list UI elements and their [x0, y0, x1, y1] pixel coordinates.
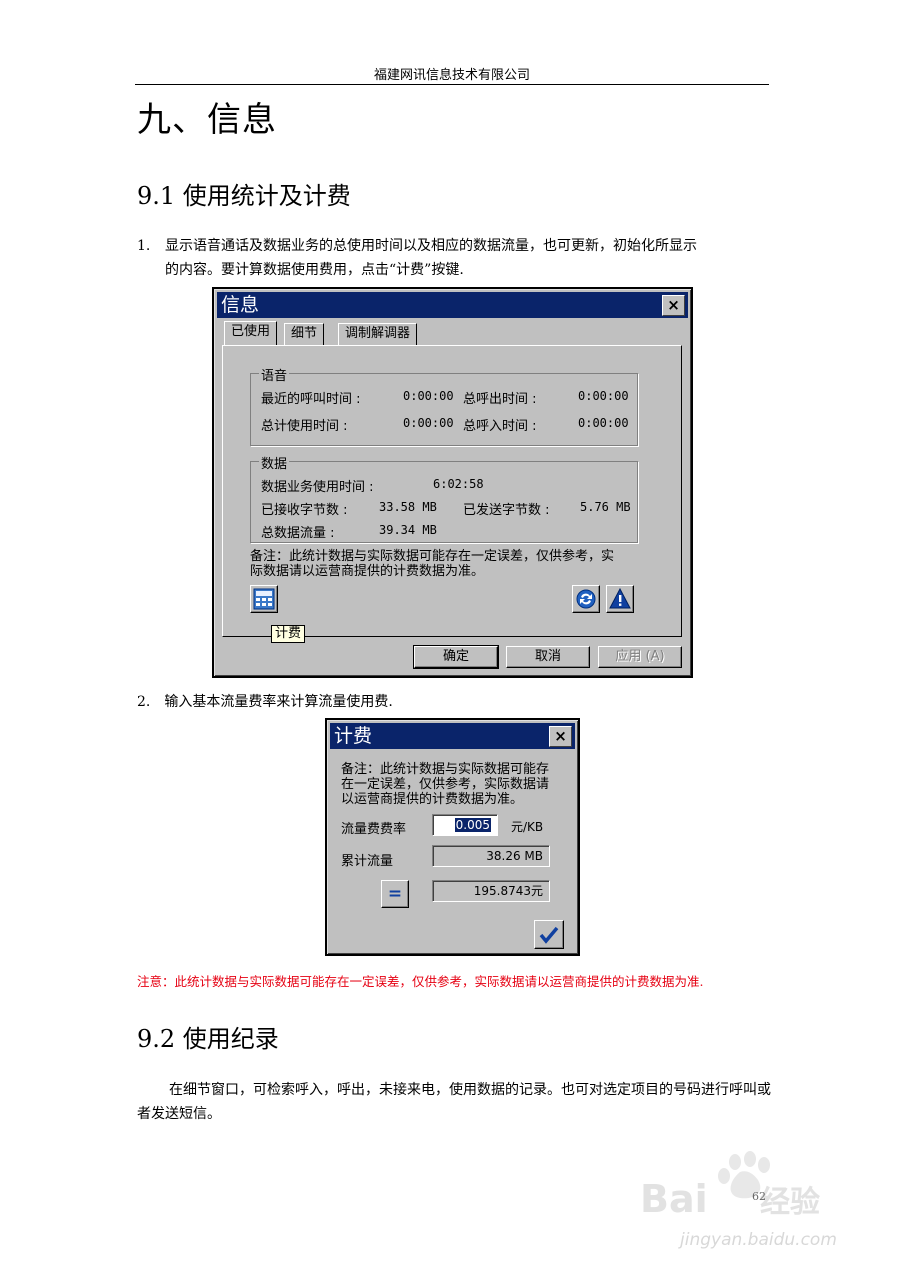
apply-button[interactable]: 应用 (A) — [598, 646, 682, 668]
info-dialog-titlebar[interactable]: 信息 × — [217, 292, 688, 318]
total-in-label: 总呼入时间 : — [463, 419, 537, 434]
reset-button[interactable] — [606, 585, 634, 613]
ok-button[interactable]: 确定 — [413, 645, 499, 669]
page-number: 62 — [752, 1190, 766, 1203]
warning-note: 注意：此统计数据与实际数据可能存在一定误差，仅供参考，实际数据请以运营商提供的计… — [137, 974, 704, 989]
list-item-line: 的内容。要计算数据使用费用，点击“计费”按键. — [165, 262, 464, 278]
list-item-line: 显示语音通话及数据业务的总使用时间以及相应的数据流量，也可更新，初始化所显示 — [165, 238, 697, 254]
voice-group-label: 语音 — [259, 365, 290, 384]
total-in-value: 0:00:00 — [578, 416, 629, 430]
list-item-1: 1. 显示语音通话及数据业务的总使用时间以及相应的数据流量，也可更新，初始化所显… — [137, 234, 777, 282]
data-group-label: 数据 — [259, 453, 290, 472]
data-time-label: 数据业务使用时间 : — [261, 480, 374, 495]
refresh-button[interactable] — [572, 585, 600, 613]
flow-field: 38.26 MB — [432, 845, 550, 867]
total-use-value: 0:00:00 — [403, 416, 454, 430]
list-item-number: 2. — [137, 694, 151, 710]
billing-remark: 备注：此统计数据与实际数据可能存 在一定误差，仅供参考，实际数据请 以运营商提供… — [341, 762, 549, 807]
recent-call-label: 最近的呼叫时间 : — [261, 392, 361, 407]
total-use-label: 总计使用时间 : — [261, 419, 348, 434]
billing-tooltip: 计费 — [271, 625, 306, 643]
warning-icon — [609, 587, 631, 609]
baidu-watermark: Bai 经验 jingyan.baidu.com — [640, 1150, 840, 1260]
svg-text:经验: 经验 — [760, 1185, 820, 1220]
rate-input[interactable]: 0.005 — [432, 814, 498, 836]
close-button[interactable]: × — [549, 726, 572, 747]
recv-bytes-label: 已接收字节数 : — [261, 503, 348, 518]
close-button[interactable]: × — [662, 295, 685, 316]
billing-dialog: 计费 × 备注：此统计数据与实际数据可能存 在一定误差，仅供参考，实际数据请 以… — [325, 718, 580, 956]
tab-details[interactable]: 细节 — [284, 323, 325, 345]
cost-field: 195.8743元 — [432, 880, 550, 902]
sent-bytes-label: 已发送字节数 : — [463, 503, 550, 518]
list-item-number: 1. — [137, 238, 151, 254]
watermark-url: jingyan.baidu.com — [680, 1230, 837, 1250]
remark-line: 备注：此统计数据与实际数据可能存 — [341, 762, 550, 777]
cancel-button[interactable]: 取消 — [506, 646, 590, 668]
remark-line: 以运营商提供的计费数据为准。 — [341, 792, 524, 807]
remark-line: 在一定误差，仅供参考，实际数据请 — [341, 777, 550, 792]
remark-text: 备注：此统计数据与实际数据可能存在一定误差，仅供参考，实 际数据请以运营商提供的… — [250, 549, 614, 579]
tab-modem[interactable]: 调制解调器 — [338, 323, 418, 345]
flow-label: 累计流量 — [341, 854, 394, 869]
total-out-label: 总呼出时间 : — [463, 392, 537, 407]
total-out-value: 0:00:00 — [578, 389, 629, 403]
rate-unit: 元/KB — [511, 820, 544, 834]
info-dialog-title: 信息 — [221, 294, 260, 316]
rate-label: 流量费费率 — [341, 822, 407, 837]
billing-button[interactable] — [250, 585, 278, 613]
data-group: 数据 数据业务使用时间 : 6:02:58 已接收字节数 : 33.58 MB … — [250, 453, 638, 543]
total-flow-label: 总数据流量 : — [261, 526, 335, 541]
svg-text:Bai: Bai — [640, 1177, 708, 1221]
rate-value: 0.005 — [454, 818, 491, 832]
baidu-logo-icon: Bai 经验 — [640, 1151, 820, 1221]
section-title-9-1: 9.1 使用统计及计费 — [137, 182, 351, 210]
refresh-icon — [576, 589, 596, 609]
tab-strip: 已使用 细节 调制解调器 — [222, 321, 682, 347]
header-rule — [135, 84, 769, 85]
confirm-button[interactable] — [534, 920, 564, 949]
remark-line: 际数据请以运营商提供的计费数据为准。 — [250, 564, 485, 579]
list-item-line: 输入基本流量费率来计算流量使用费. — [164, 694, 393, 710]
calculator-icon — [253, 588, 275, 610]
chapter-title: 九、信息 — [137, 100, 277, 140]
sent-bytes-value: 5.76 MB — [580, 500, 631, 514]
tab-used[interactable]: 已使用 — [224, 321, 278, 345]
billing-dialog-titlebar[interactable]: 计费 × — [330, 723, 575, 749]
section-body: 在细节窗口，可检索呼入，呼出，未接来电，使用数据的记录。也可对选定项目的号码进行… — [137, 1082, 771, 1122]
recent-call-value: 0:00:00 — [403, 389, 454, 403]
info-dialog: 信息 × 已使用 细节 调制解调器 语音 最近的呼叫时间 : 0:00:00 总… — [212, 287, 693, 678]
voice-group: 语音 最近的呼叫时间 : 0:00:00 总呼出时间 : 0:00:00 总计使… — [250, 365, 638, 446]
list-item-2: 2. 输入基本流量费率来计算流量使用费. — [137, 690, 393, 714]
remark-line: 备注：此统计数据与实际数据可能存在一定误差，仅供参考，实 — [250, 549, 615, 564]
calculate-button[interactable]: = — [381, 880, 409, 908]
total-flow-value: 39.34 MB — [379, 523, 437, 537]
section-title-9-2: 9.2 使用纪录 — [137, 1025, 279, 1053]
equals-icon: = — [387, 884, 403, 904]
data-time-value: 6:02:58 — [433, 477, 484, 491]
company-header: 福建网讯信息技术有限公司 — [373, 68, 530, 83]
checkmark-icon — [539, 926, 559, 944]
billing-dialog-title: 计费 — [334, 725, 373, 747]
recv-bytes-value: 33.58 MB — [379, 500, 437, 514]
